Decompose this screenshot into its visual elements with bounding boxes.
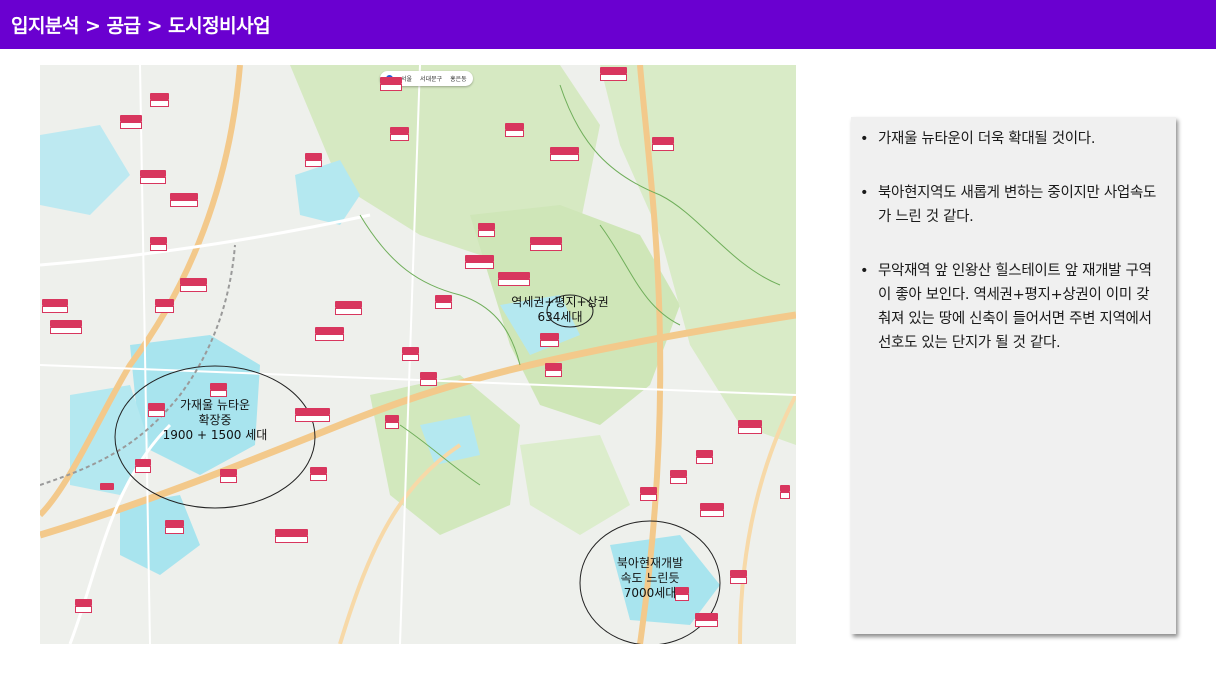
annotation-line: 634세대 [537, 310, 583, 324]
redev-tag[interactable] [135, 459, 152, 473]
redev-tag[interactable] [335, 301, 362, 315]
annotation-line: 7000세대 [623, 586, 677, 600]
annotation-muakjae: 역세권+평지+상권 634세대 [500, 295, 620, 325]
redev-tag[interactable] [385, 415, 400, 429]
annotation-line: 속도 느린듯 [620, 571, 680, 585]
bullet-item: • 무악재역 앞 인왕산 힐스테이트 앞 재개발 구역이 좋아 보인다. 역세권+… [851, 259, 1176, 355]
analysis-panel: • 가재울 뉴타운이 더욱 확대될 것이다. • 북아현지역도 새롭게 변하는 중이… [851, 117, 1176, 634]
bullet-item: • 가재울 뉴타운이 더욱 확대될 것이다. [851, 127, 1176, 151]
redev-tag[interactable] [670, 470, 687, 484]
redev-tag[interactable] [530, 237, 562, 251]
redev-tag[interactable] [640, 487, 657, 501]
redev-tag[interactable] [75, 599, 92, 613]
redev-tag[interactable] [150, 237, 167, 251]
bullet-dot-icon: • [860, 185, 869, 201]
annotation-line: 북아현재개발 [616, 556, 684, 570]
redev-tag[interactable] [180, 278, 207, 292]
redev-tag[interactable] [140, 170, 166, 184]
bullet-text: 무악재역 앞 인왕산 힐스테이트 앞 재개발 구역이 좋아 보인다. 역세권+평… [878, 263, 1152, 351]
bullet-dot-icon: • [860, 263, 869, 279]
annotation-gajaeul: 가재울 뉴타운 확장중 1900 + 1500 세대 [155, 398, 275, 443]
redev-tag[interactable] [600, 67, 627, 81]
redev-tag[interactable] [695, 613, 719, 627]
redev-tag[interactable] [652, 137, 674, 151]
redev-tag[interactable] [42, 299, 68, 313]
redev-tag[interactable] [700, 503, 725, 517]
analysis-bullet-list: • 가재울 뉴타운이 더욱 확대될 것이다. • 북아현지역도 새롭게 변하는 중이… [851, 127, 1176, 385]
redev-tag[interactable] [505, 123, 525, 137]
chip-city: 서울 [401, 76, 413, 83]
redev-tag[interactable] [305, 153, 322, 167]
redev-tag[interactable] [420, 372, 437, 386]
redev-tag[interactable] [165, 520, 185, 534]
redev-tag[interactable] [295, 408, 330, 422]
annotation-line: 1900 + 1500 세대 [162, 428, 268, 442]
redev-tag[interactable] [155, 299, 175, 313]
redev-tag[interactable] [310, 467, 327, 481]
redev-tag[interactable] [478, 223, 495, 237]
redevelopment-map[interactable]: 서울 서대문구 홍은동 가재울 뉴타운 확장중 1900 + 1500 세대 역… [40, 65, 796, 644]
redev-tag[interactable] [730, 570, 747, 584]
redev-tag[interactable] [435, 295, 452, 309]
redev-tag[interactable] [150, 93, 170, 107]
redev-tag[interactable] [275, 529, 309, 543]
redev-tag[interactable] [696, 450, 713, 464]
redev-tag[interactable] [540, 333, 560, 347]
chip-neighborhood: 홍은동 [450, 76, 467, 83]
annotation-bukahyeon: 북아현재개발 속도 느린듯 7000세대 [595, 556, 705, 601]
annotation-line: 가재울 뉴타운 [179, 398, 251, 412]
redev-tag[interactable] [100, 483, 115, 490]
redev-tag[interactable] [738, 420, 763, 434]
redev-tag[interactable] [498, 272, 530, 286]
redev-tag[interactable] [50, 320, 82, 334]
redev-tag[interactable] [380, 77, 402, 91]
page-breadcrumb: 입지분석 > 공급 > 도시정비사업 [11, 15, 271, 37]
bullet-text: 북아현지역도 새롭게 변하는 중이지만 사업속도가 느린 것 같다. [878, 185, 1157, 225]
redev-tag[interactable] [170, 193, 199, 207]
redev-tag[interactable] [545, 363, 562, 377]
redev-tag[interactable] [780, 485, 790, 499]
redev-tag[interactable] [120, 115, 142, 129]
chip-district: 서대문구 [420, 76, 443, 83]
redev-tag[interactable] [315, 327, 345, 341]
annotation-line: 역세권+평지+상권 [511, 295, 609, 309]
bullet-text: 가재울 뉴타운이 더욱 확대될 것이다. [878, 131, 1096, 147]
redev-tag[interactable] [390, 127, 410, 141]
bullet-dot-icon: • [860, 131, 869, 147]
header-bar: 입지분석 > 공급 > 도시정비사업 [0, 0, 1216, 49]
redev-tag[interactable] [465, 255, 495, 269]
bullet-item: • 북아현지역도 새롭게 변하는 중이지만 사업속도가 느린 것 같다. [851, 181, 1176, 229]
redev-tag[interactable] [402, 347, 419, 361]
redev-tag[interactable] [550, 147, 580, 161]
redev-tag[interactable] [220, 469, 237, 483]
annotation-line: 확장중 [198, 413, 232, 427]
redev-tag[interactable] [210, 383, 227, 397]
